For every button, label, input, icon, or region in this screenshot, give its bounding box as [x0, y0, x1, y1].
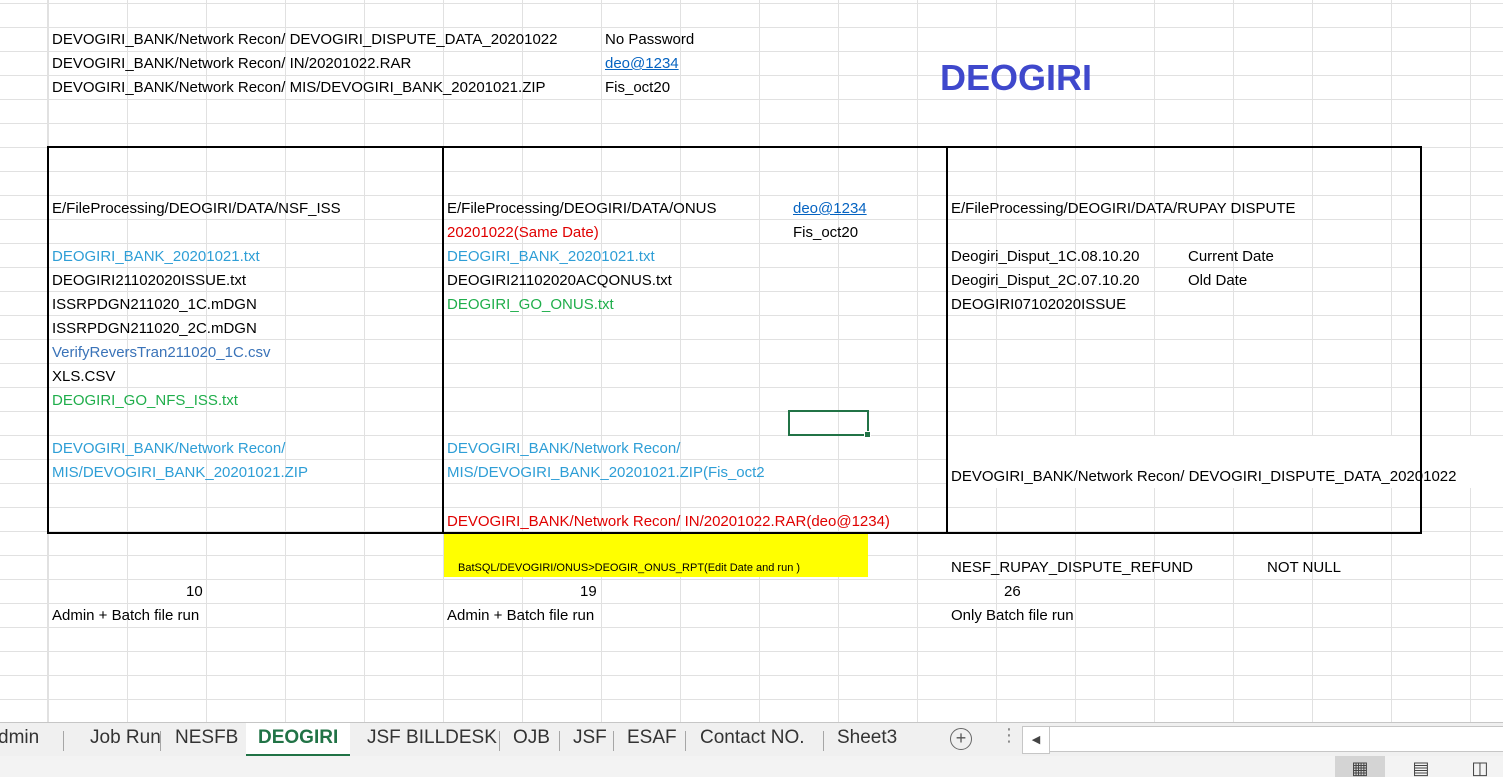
top-password-1[interactable]: No Password [605, 28, 694, 52]
tab-separator [160, 731, 161, 751]
col1-mis-line2[interactable]: MIS/DEVOGIRI_BANK_20201021.ZIP [52, 461, 308, 485]
col2-password2[interactable]: Fis_oct20 [793, 221, 858, 245]
tab-separator [613, 731, 614, 751]
col2-same-date[interactable]: 20201022(Same Date) [447, 221, 599, 245]
col2-rar-line[interactable]: DEVOGIRI_BANK/Network Recon/ IN/20201022… [447, 510, 890, 534]
tab-separator [559, 731, 560, 751]
col1-file-6[interactable]: XLS.CSV [52, 365, 115, 389]
triangle-left-icon[interactable]: ◀ [1022, 726, 1050, 754]
col1-file-5[interactable]: VerifyReversTran211020_1C.csv [52, 341, 270, 365]
horizontal-scrollbar[interactable] [1049, 726, 1503, 752]
status-bar: ▦ ▤ ◫ [0, 756, 1503, 778]
page-break-icon[interactable]: ◫ [1455, 756, 1503, 778]
col2-header[interactable]: E/FileProcessing/DEOGIRI/DATA/ONUS [447, 197, 717, 221]
col2-file-2[interactable]: DEOGIRI21102020ACQONUS.txt [447, 269, 672, 293]
tab-esaf[interactable]: ESAF [615, 723, 689, 757]
col2-count[interactable]: 19 [580, 580, 597, 604]
top-path-2[interactable]: DEVOGIRI_BANK/Network Recon/ IN/20201022… [52, 52, 411, 76]
tab-separator [499, 731, 500, 751]
vertical-dots-icon[interactable]: ⋮ [1000, 725, 1018, 746]
col3-file-2[interactable]: Deogiri_Disput_2C.07.10.20 [951, 269, 1139, 293]
tab-separator [63, 731, 64, 751]
col3-note-1[interactable]: Current Date [1188, 245, 1274, 269]
col2-mis-line1[interactable]: DEVOGIRI_BANK/Network Recon/ [447, 437, 680, 461]
grid-icon[interactable]: ▦ [1335, 756, 1385, 778]
col1-file-2[interactable]: DEOGIRI21102020ISSUE.txt [52, 269, 246, 293]
col3-not-null[interactable]: NOT NULL [1267, 556, 1341, 580]
top-password-3[interactable]: Fis_oct20 [605, 76, 670, 100]
tab-nesfb[interactable]: NESFB [163, 723, 250, 757]
col2-file-3[interactable]: DEOGIRI_GO_ONUS.txt [447, 293, 614, 317]
col1-file-1[interactable]: DEOGIRI_BANK_20201021.txt [52, 245, 260, 269]
col1-header[interactable]: E/FileProcessing/DEOGIRI/DATA/NSF_ISS [52, 197, 341, 221]
top-password-link[interactable]: deo@1234 [605, 52, 679, 76]
tab-job-run[interactable]: Job Run [78, 723, 173, 757]
tab-contact-no[interactable]: Contact NO. [688, 723, 817, 757]
col3-file-3[interactable]: DEOGIRI07102020ISSUE [951, 293, 1126, 317]
col2-mis-line2[interactable]: MIS/DEVOGIRI_BANK_20201021.ZIP(Fis_oct2 [447, 461, 765, 485]
tab-deogiri[interactable]: DEOGIRI [246, 723, 351, 757]
tab-sheet3[interactable]: Sheet3 [825, 723, 909, 757]
batsql-highlight-cell[interactable]: BatSQL/DEVOGIRI/ONUS>DEOGIR_ONUS_RPT(Edi… [444, 534, 868, 577]
col1-count[interactable]: 10 [186, 580, 203, 604]
selected-cell[interactable] [788, 410, 871, 438]
col1-file-3[interactable]: ISSRPDGN211020_1C.mDGN [52, 293, 257, 317]
table-divider-2 [946, 146, 948, 534]
col3-count[interactable]: 26 [1004, 580, 1021, 604]
tab-jsf[interactable]: JSF [561, 723, 619, 757]
batsql-text: BatSQL/DEVOGIRI/ONUS>DEOGIR_ONUS_RPT(Edi… [458, 562, 801, 574]
top-path-1[interactable]: DEVOGIRI_BANK/Network Recon/ DEVOGIRI_DI… [52, 28, 557, 52]
col1-file-7[interactable]: DEOGIRI_GO_NFS_ISS.txt [52, 389, 238, 413]
tab-admin[interactable]: dmin [0, 723, 51, 757]
col2-run[interactable]: Admin + Batch file run [447, 604, 594, 628]
sheet-tab-bar: dmin Job Run NESFB DEOGIRI JSF BILLDESK … [0, 722, 1503, 757]
col1-mis-line1[interactable]: DEVOGIRI_BANK/Network Recon/ [52, 437, 285, 461]
col3-header[interactable]: E/FileProcessing/DEOGIRI/DATA/RUPAY DISP… [951, 197, 1296, 221]
tab-separator [823, 731, 824, 751]
col3-dispute-line[interactable]: DEVOGIRI_BANK/Network Recon/ DEVOGIRI_DI… [951, 465, 1456, 489]
col3-file-1[interactable]: Deogiri_Disput_1C.08.10.20 [951, 245, 1139, 269]
col3-refund[interactable]: NESF_RUPAY_DISPUTE_REFUND [951, 556, 1193, 580]
tab-jsf-billdesk[interactable]: JSF BILLDESK [355, 723, 509, 757]
col3-run[interactable]: Only Batch file run [951, 604, 1074, 628]
page-layout-icon[interactable]: ▤ [1396, 756, 1446, 778]
table-divider-1 [442, 146, 444, 534]
plus-circle-icon[interactable]: + [950, 728, 972, 750]
col1-run[interactable]: Admin + Batch file run [52, 604, 199, 628]
sheet-title[interactable]: DEOGIRI [940, 56, 1092, 100]
col1-file-4[interactable]: ISSRPDGN211020_2C.mDGN [52, 317, 257, 341]
tab-ojb[interactable]: OJB [501, 723, 562, 757]
spreadsheet-grid[interactable]: DEVOGIRI_BANK/Network Recon/ DEVOGIRI_DI… [0, 0, 1503, 722]
col2-file-1[interactable]: DEOGIRI_BANK_20201021.txt [447, 245, 655, 269]
col3-note-2[interactable]: Old Date [1188, 269, 1247, 293]
tab-separator [685, 731, 686, 751]
top-path-3[interactable]: DEVOGIRI_BANK/Network Recon/ MIS/DEVOGIR… [52, 76, 546, 100]
col2-password-link[interactable]: deo@1234 [793, 197, 867, 221]
